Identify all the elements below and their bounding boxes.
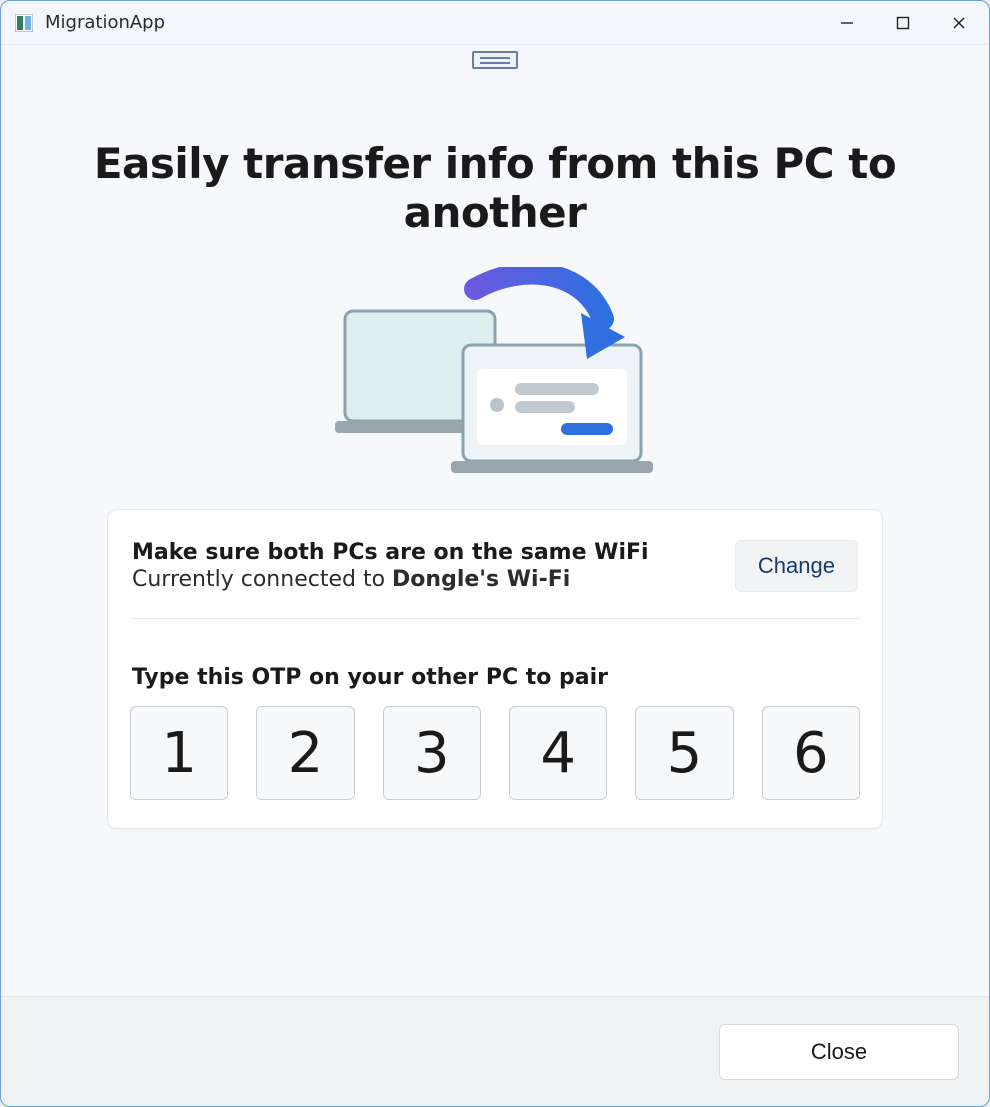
minimize-button[interactable] [819, 3, 875, 43]
page-heading: Easily transfer info from this PC to ano… [41, 139, 949, 237]
otp-instruction: Type this OTP on your other PC to pair [132, 665, 858, 690]
drag-handle-area [1, 45, 989, 69]
otp-row: 1 2 3 4 5 6 [126, 706, 864, 800]
otp-digit-2: 2 [256, 706, 354, 800]
pairing-card: Make sure both PCs are on the same WiFi … [107, 509, 883, 829]
otp-digit-3: 3 [383, 706, 481, 800]
close-window-button[interactable] [931, 3, 987, 43]
transfer-illustration [325, 267, 665, 477]
app-icon [15, 14, 33, 32]
content-area: Easily transfer info from this PC to ano… [1, 69, 989, 996]
wifi-text: Make sure both PCs are on the same WiFi … [132, 540, 649, 592]
otp-digit-6: 6 [762, 706, 860, 800]
migration-app-window: MigrationApp Easily transfer info from t… [0, 0, 990, 1107]
titlebar: MigrationApp [1, 1, 989, 45]
close-button[interactable]: Close [719, 1024, 959, 1080]
wifi-instruction: Make sure both PCs are on the same WiFi [132, 540, 649, 565]
maximize-button[interactable] [875, 3, 931, 43]
footer: Close [1, 996, 989, 1106]
otp-digit-4: 4 [509, 706, 607, 800]
divider [130, 618, 860, 619]
wifi-section: Make sure both PCs are on the same WiFi … [126, 540, 864, 592]
wifi-connected-prefix: Currently connected to [132, 567, 392, 592]
otp-digit-5: 5 [635, 706, 733, 800]
otp-digit-1: 1 [130, 706, 228, 800]
change-wifi-button[interactable]: Change [735, 540, 858, 592]
drag-handle[interactable] [472, 51, 518, 69]
wifi-network-name: Dongle's Wi-Fi [392, 567, 570, 592]
wifi-status: Currently connected to Dongle's Wi-Fi [132, 567, 649, 592]
window-title: MigrationApp [45, 12, 165, 33]
